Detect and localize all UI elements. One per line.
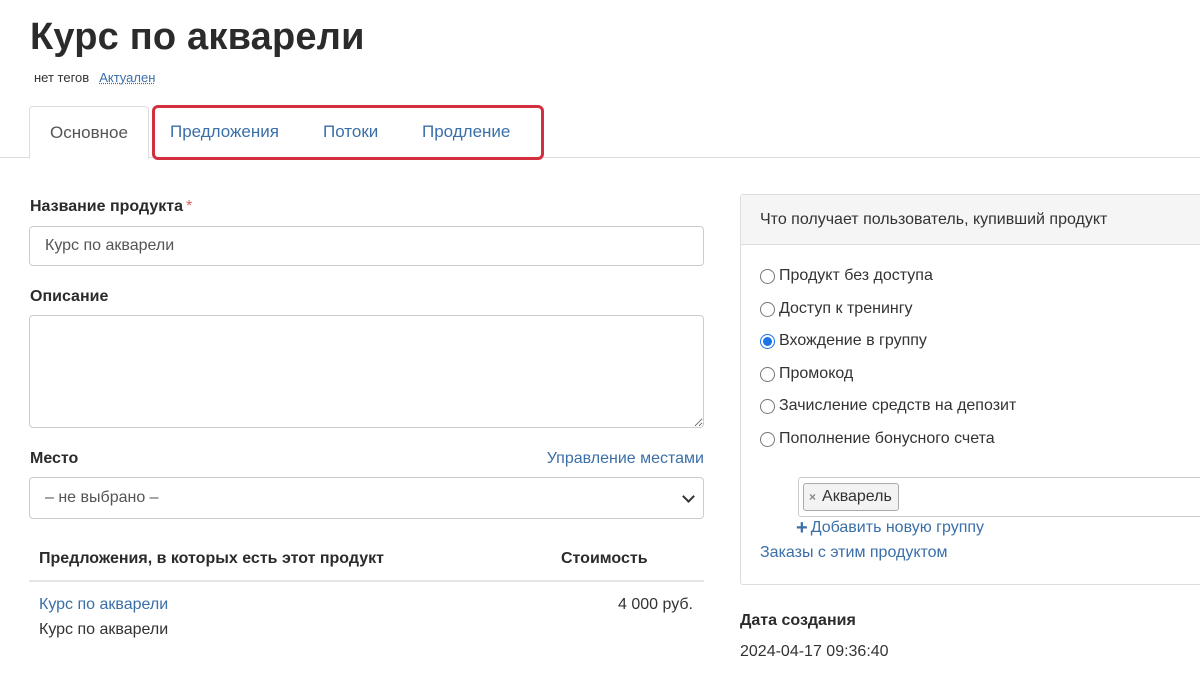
group-chip: × Акварель (803, 483, 899, 511)
access-panel-heading: Что получает пользователь, купивший прод… (741, 195, 1200, 245)
product-name-input[interactable] (29, 226, 704, 266)
group-select-input[interactable]: × Акварель (798, 477, 1200, 517)
tab-streams[interactable]: Потоки (323, 106, 378, 158)
offer-row-subtitle: Курс по акварели (39, 621, 169, 638)
offer-row-link[interactable]: Курс по акварели (39, 596, 168, 614)
radio-bonus[interactable]: Пополнение бонусного счета (760, 430, 995, 448)
radio-icon[interactable] (760, 301, 775, 317)
description-label: Описание (30, 288, 109, 305)
product-name-label-text: Название продукта (30, 198, 183, 215)
radio-icon[interactable] (760, 268, 775, 284)
radio-icon[interactable] (760, 398, 775, 414)
radio-icon[interactable] (760, 366, 775, 382)
radio-label: Пополнение бонусного счета (779, 430, 995, 447)
tabs-bar: Основное Предложения Потоки Продление (0, 106, 1200, 159)
description-textarea[interactable] (29, 315, 704, 428)
chip-remove-icon[interactable]: × (809, 484, 816, 510)
radio-no-access[interactable]: Продукт без доступа (760, 267, 933, 285)
add-group-label: Добавить новую группу (810, 519, 985, 536)
plus-icon: + (796, 517, 808, 539)
offers-col-price: Стоимость (561, 550, 648, 567)
radio-icon[interactable] (760, 431, 775, 447)
tab-main[interactable]: Основное (29, 106, 149, 159)
place-select-value: – не выбрано – (45, 489, 159, 506)
radio-training-access[interactable]: Доступ к тренингу (760, 300, 913, 318)
tags-text: нет тегов (34, 70, 90, 85)
access-panel: Что получает пользователь, купивший прод… (740, 194, 1200, 585)
manage-places-link[interactable]: Управление местами (547, 450, 704, 468)
tags-line: нет тегов Актуален (34, 70, 155, 85)
radio-deposit[interactable]: Зачисление средств на депозит (760, 397, 1016, 415)
created-date-value: 2024-04-17 09:36:40 (740, 643, 889, 660)
orders-link[interactable]: Заказы с этим продуктом (760, 544, 948, 562)
radio-label: Промокод (779, 365, 854, 382)
status-link[interactable]: Актуален (99, 70, 155, 85)
created-date-label: Дата создания (740, 612, 856, 629)
product-name-label: Название продукта * (30, 198, 192, 216)
chevron-down-icon (682, 490, 695, 503)
tab-offers[interactable]: Предложения (170, 106, 279, 158)
required-mark: * (185, 198, 193, 215)
place-label: Место (30, 450, 79, 467)
group-chip-label: Акварель (822, 488, 892, 505)
radio-label: Доступ к тренингу (779, 300, 913, 317)
place-select[interactable]: – не выбрано – (29, 477, 704, 519)
radio-group-join[interactable]: Вхождение в группу (760, 332, 927, 350)
radio-label: Вхождение в группу (779, 332, 927, 349)
offers-table-header: Предложения, в которых есть этот продукт… (29, 540, 704, 582)
radio-checked-icon[interactable] (760, 333, 775, 349)
radio-promocode[interactable]: Промокод (760, 365, 853, 383)
add-group-link[interactable]: + Добавить новую группу (796, 517, 985, 539)
tab-renewal[interactable]: Продление (422, 106, 510, 158)
offer-row-price: 4 000 руб. (618, 596, 693, 613)
offers-col-title: Предложения, в которых есть этот продукт (39, 550, 384, 567)
radio-label: Зачисление средств на депозит (779, 397, 1017, 414)
page-title: Курс по акварели (30, 16, 365, 58)
radio-label: Продукт без доступа (779, 267, 933, 284)
